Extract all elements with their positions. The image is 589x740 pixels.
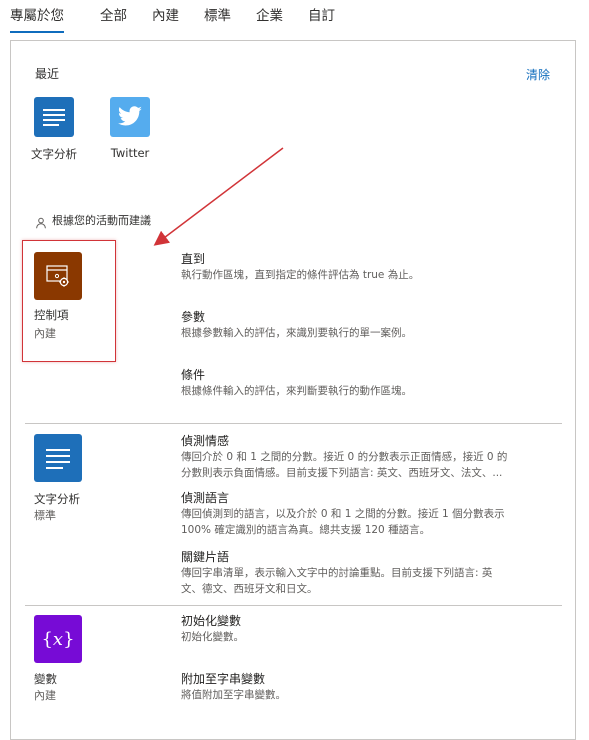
annotation-arrow bbox=[153, 147, 284, 246]
